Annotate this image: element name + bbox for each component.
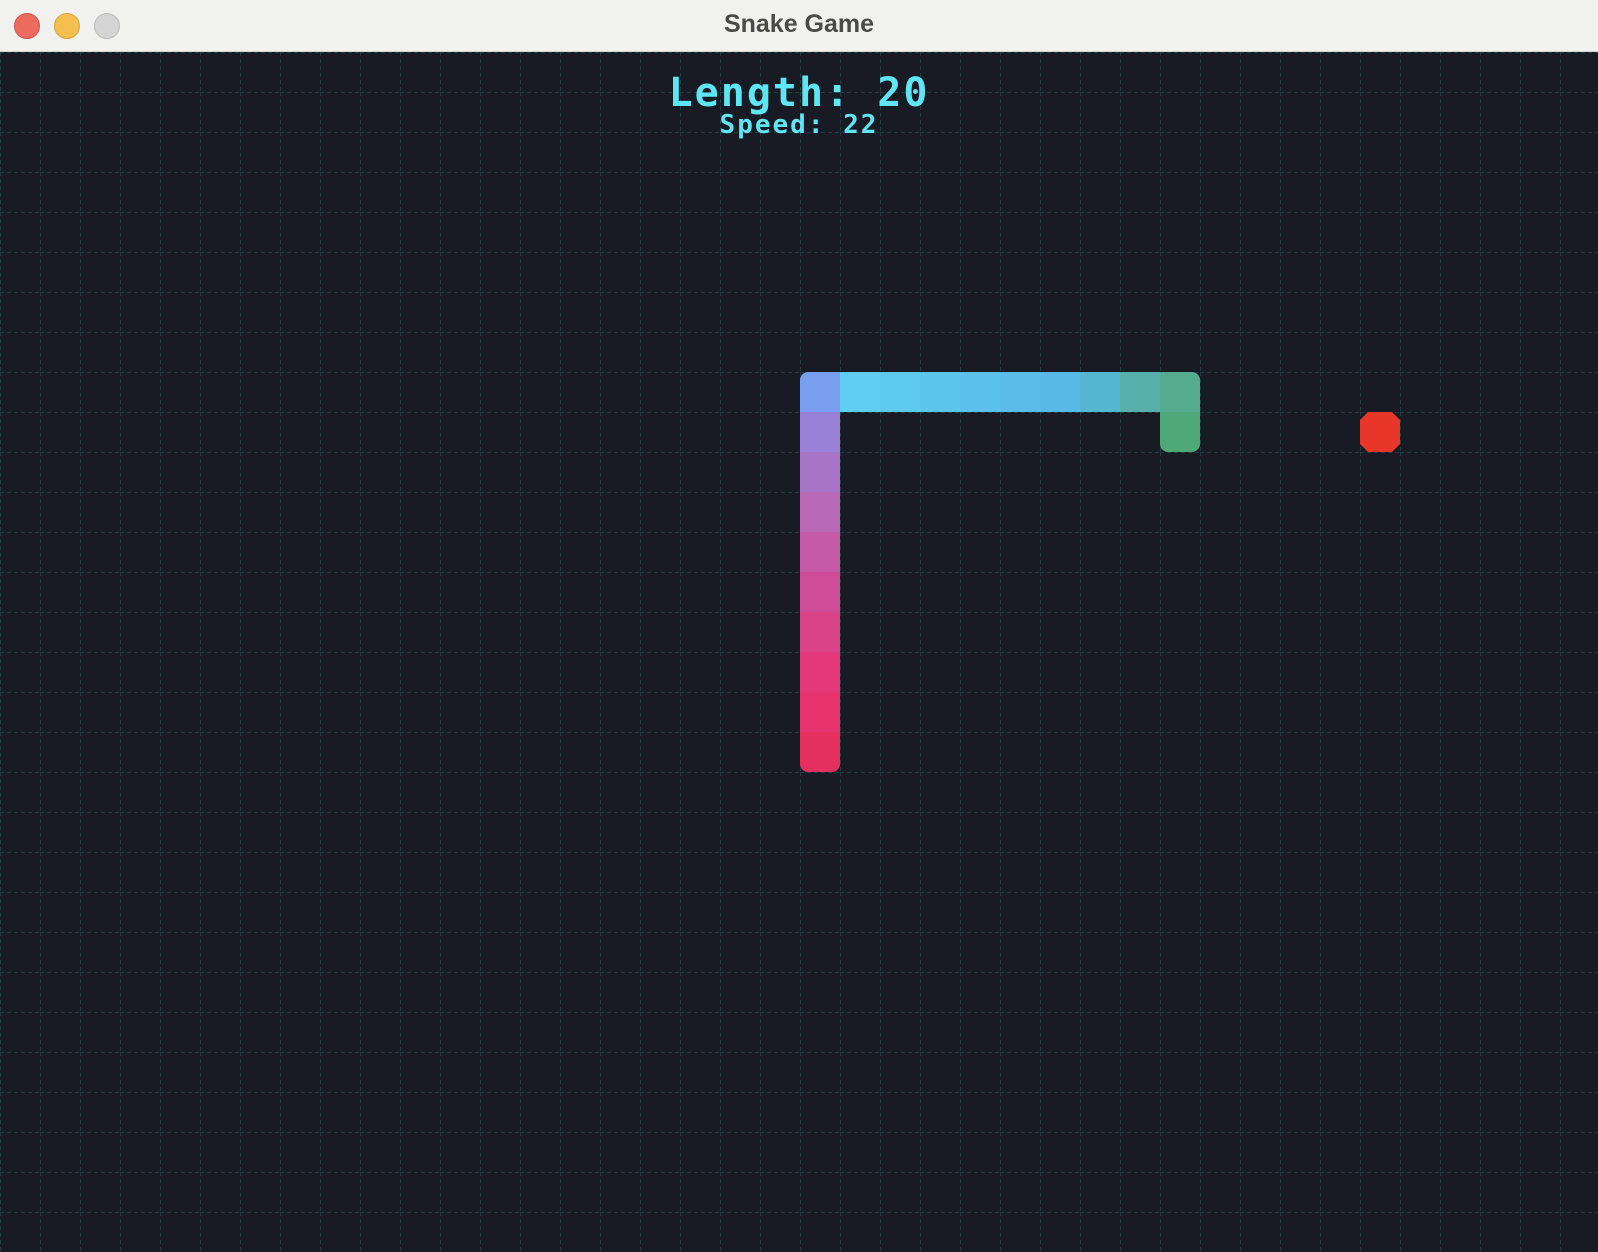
snake-segment [800,372,840,412]
snake-segment [1120,372,1160,412]
snake-segment [1000,372,1040,412]
snake-segment [1160,372,1200,412]
game-window: Snake Game Length: 20 Speed: 22 [0,0,1598,1252]
snake-segment [800,572,840,612]
speed-value: 22 [843,110,879,140]
snake-segment [840,372,880,412]
window-title: Snake Game [723,10,875,38]
snake-segment [800,492,840,532]
snake-segment [920,372,960,412]
snake-segment [800,652,840,692]
speed-display: Speed: 22 [0,110,1598,140]
food-apple [1360,412,1400,452]
snake-segment [880,372,920,412]
snake-tail [800,732,840,772]
grid-lines [0,52,1598,1252]
snake-segment [1080,372,1120,412]
game-board[interactable]: Length: 20 Speed: 22 [0,52,1598,1252]
snake-segment [960,372,1000,412]
snake-segment [800,532,840,572]
title-bar[interactable]: Snake Game [0,0,1598,52]
snake-segment [800,452,840,492]
snake-segment [800,412,840,452]
snake-segment [800,612,840,652]
speed-label: Speed: [719,110,826,140]
snake-segment [1040,372,1080,412]
snake-segment [800,692,840,732]
snake-head [1160,412,1200,452]
